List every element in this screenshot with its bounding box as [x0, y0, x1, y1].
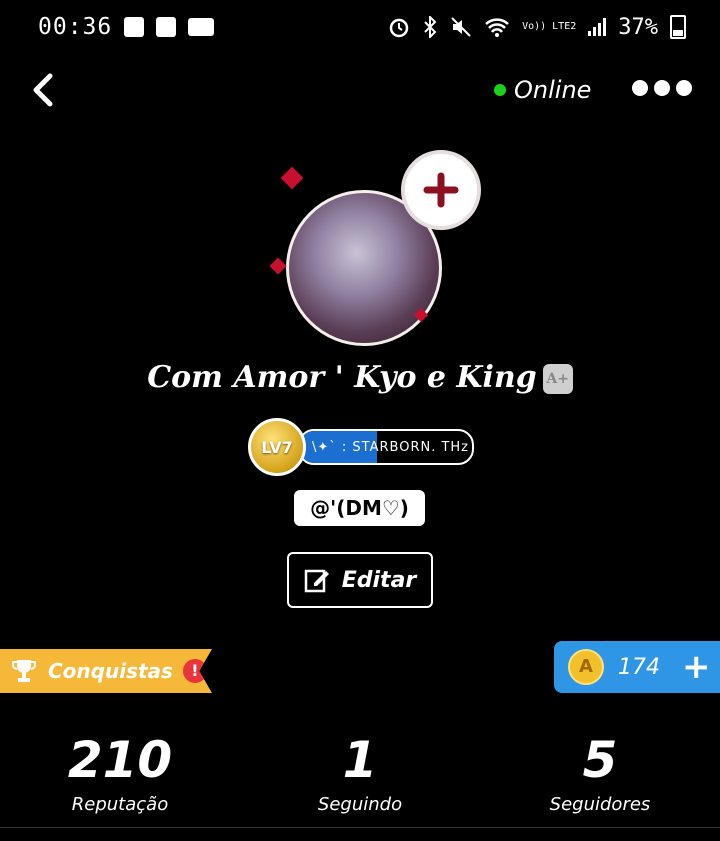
- add-coins-button[interactable]: +: [682, 647, 711, 687]
- trophy-icon: [12, 660, 36, 682]
- coin-count: 174: [618, 654, 660, 680]
- avatar-area: [266, 150, 486, 350]
- edit-profile-button[interactable]: Editar: [287, 552, 433, 608]
- online-status: Online: [494, 76, 591, 104]
- alarm-icon: [389, 18, 409, 38]
- alert-icon: !: [182, 659, 207, 683]
- stat-label: Seguindo: [317, 794, 403, 815]
- online-label: Online: [514, 76, 592, 104]
- clock: 00:36: [38, 14, 113, 40]
- stat-following[interactable]: 1 Seguindo: [260, 730, 460, 815]
- signal-icon: [588, 18, 607, 36]
- level-progress-bar: \✦` : STARBORN. THz: [298, 429, 474, 465]
- mute-icon: [451, 17, 471, 37]
- heart-decoration-icon: [269, 257, 287, 275]
- stat-reputation[interactable]: 210 Reputação: [20, 730, 220, 815]
- edit-icon: [304, 569, 329, 593]
- profile-handle: @'(DM♡): [294, 490, 425, 526]
- profile-name: Com Amor ' Kyo e King A+: [0, 360, 720, 395]
- stat-followers[interactable]: 5 Seguidores: [500, 730, 700, 815]
- checkbox-icon: [156, 17, 177, 37]
- top-navigation: Online: [0, 60, 720, 120]
- stats-row: 210 Reputação 1 Seguindo 5 Seguidores: [0, 730, 720, 830]
- gallery-icon: [124, 17, 145, 37]
- stat-value: 1: [342, 731, 378, 789]
- level-badge: LV7: [248, 418, 306, 476]
- stat-value: 210: [67, 731, 173, 789]
- more-options-icon[interactable]: [632, 80, 692, 96]
- stat-label: Reputação: [71, 794, 169, 815]
- level-row[interactable]: LV7 \✦` : STARBORN. THz: [248, 418, 474, 476]
- plus-icon: [423, 172, 459, 208]
- achievements-banner[interactable]: Conquistas !: [0, 649, 212, 693]
- level-title: \✦` : STARBORN. THz: [312, 439, 470, 455]
- back-arrow-icon[interactable]: [24, 70, 64, 110]
- verified-badge-icon: A+: [542, 364, 573, 394]
- heart-decoration-icon: [280, 166, 304, 190]
- bluetooth-icon: [424, 16, 437, 38]
- status-bar-left: 00:36: [38, 14, 215, 40]
- online-dot-icon: [494, 84, 506, 96]
- voicemail-icon: [188, 18, 215, 36]
- add-story-button[interactable]: [401, 150, 481, 230]
- status-bar: 00:36 Vo)) LTE2 37%: [0, 0, 720, 54]
- battery-percent: 37%: [618, 14, 658, 40]
- achievements-label: Conquistas: [48, 659, 173, 683]
- coins-panel[interactable]: A 174 +: [554, 641, 720, 693]
- status-bar-right: Vo)) LTE2 37%: [388, 15, 686, 40]
- divider: [0, 827, 720, 828]
- volte-indicator: Vo)) LTE2: [522, 21, 577, 32]
- stat-value: 5: [582, 731, 618, 789]
- wifi-icon: [485, 18, 509, 37]
- battery-icon: [670, 15, 686, 39]
- profile-name-text: Com Amor ' Kyo e King: [147, 360, 537, 395]
- coin-icon: A: [568, 649, 604, 685]
- stat-label: Seguidores: [549, 794, 651, 815]
- edit-label: Editar: [341, 567, 417, 593]
